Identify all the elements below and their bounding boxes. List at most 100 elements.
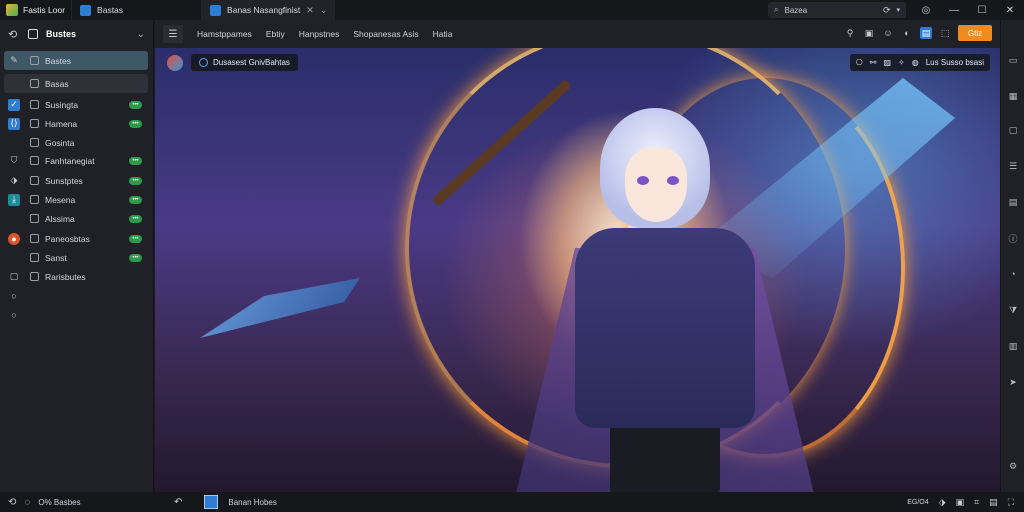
list-icon[interactable]: ☰	[1007, 160, 1019, 172]
sidebar-circle-1[interactable]: ○	[4, 286, 148, 305]
minimize-button[interactable]: —	[940, 0, 968, 20]
sync-icon[interactable]: ⟳	[883, 5, 891, 16]
square-icon	[30, 138, 39, 147]
main-toolbar: ☰ Hamstppames Ebtiy Hanpstnes Shopanesas…	[155, 20, 1000, 48]
sidebar-item-label: Gosinta	[45, 137, 75, 148]
action-button[interactable]: Gtiz	[958, 25, 992, 41]
smile-icon[interactable]: ☺	[882, 27, 894, 39]
status-badge: •••	[129, 214, 142, 223]
chevron-down-icon[interactable]: ⌄	[320, 5, 328, 16]
sidebar-item-fanhtanegiat[interactable]: ⛉ Fanhtanegiat •••	[4, 151, 148, 170]
layers-icon[interactable]: ▤	[989, 497, 998, 508]
menu-icon[interactable]: ☰	[163, 25, 183, 43]
tab-image[interactable]: Banas Nasangfinist ✕ ⌄	[201, 0, 336, 20]
sidebar-title: Bustes	[46, 29, 77, 39]
undo-icon[interactable]: ↶	[174, 497, 182, 508]
tab-bastas[interactable]: Bastas	[71, 0, 131, 20]
image-edit-icon[interactable]: ▣	[863, 27, 875, 39]
panel-icon[interactable]: ▭	[1007, 54, 1019, 66]
sidebar-item-label: Sunstptes	[45, 175, 83, 186]
search-box[interactable]: ⌕ Bazea ⟳ ▾	[768, 2, 906, 18]
camera-icon[interactable]: ⎔	[856, 58, 863, 67]
network-icon[interactable]: ◎	[912, 0, 940, 20]
circle-icon[interactable]: ◍	[912, 58, 919, 67]
sidebar-circle-2[interactable]: ○	[4, 305, 148, 324]
layout-icon[interactable]: ▥	[1007, 340, 1019, 352]
sidebar-item-hamena[interactable]: ⟨⟩ Hamena •••	[4, 114, 148, 133]
right-rail: ▭ ▦ ▢ ☰ ▤ ⓘ ◔ ⧩ ▥ ➤ ⚙	[1000, 20, 1024, 492]
layers-icon[interactable]: ▤	[920, 27, 932, 39]
image-icon	[210, 4, 222, 16]
fullscreen-icon[interactable]: ⛶	[1008, 497, 1014, 508]
menu-item[interactable]: Hanpstnes	[299, 29, 340, 39]
circle-icon: ○	[11, 290, 17, 301]
info-icon[interactable]: ⓘ	[1007, 232, 1019, 244]
window-icon[interactable]: ▤	[1007, 196, 1019, 208]
menu-item[interactable]: Hatia	[433, 29, 453, 39]
frame-icon[interactable]: ▢	[1007, 124, 1019, 136]
chevron-icon[interactable]: ▾	[896, 6, 900, 14]
sidebar-item-label: Paneosbtas	[45, 233, 90, 244]
sidebar-item-alssima[interactable]: Alssima •••	[4, 209, 148, 228]
status-badge: •••	[129, 253, 142, 262]
check-icon: ✓	[8, 98, 20, 111]
tab-label: Bastas	[97, 5, 124, 15]
menu-item[interactable]: Ebtiy	[266, 29, 285, 39]
status-mid: ↶ Banan Hobes	[174, 492, 277, 512]
sidebar-item-paneosbtas[interactable]: ● Paneosbtas •••	[4, 229, 148, 248]
close-button[interactable]: ✕	[996, 0, 1024, 20]
canvas-chip[interactable]: Dusasest GnivBahtas	[191, 54, 298, 71]
square-icon	[30, 119, 39, 128]
settings-icon[interactable]: ⚙	[1007, 460, 1019, 472]
image-canvas[interactable]: Dusasest GnivBahtas ⎔ ⚯ ▨ ✧ ◍ Lus Susso …	[155, 48, 1000, 492]
link-icon[interactable]: ⚯	[870, 58, 877, 67]
character-face	[625, 148, 687, 222]
collapse-icon[interactable]: ⌄	[137, 29, 145, 40]
menu-item[interactable]: Shopanesas Asis	[353, 29, 418, 39]
status-badge: •••	[129, 156, 142, 165]
square-icon	[30, 156, 39, 165]
shield-icon: ⛉	[10, 155, 18, 165]
sidebar-item-mesena[interactable]: ⤓ Mesena •••	[4, 190, 148, 209]
back-icon[interactable]: ⟲	[8, 28, 20, 41]
sidebar-item-sunstptes[interactable]: ⬗ Sunstptes •••	[4, 171, 148, 190]
sparkle-icon[interactable]: ✧	[898, 58, 905, 67]
app-title: Fastis Loor	[0, 0, 71, 20]
sidebar-item-label: Bastes	[45, 55, 71, 66]
canvas-tools: ⎔ ⚯ ▨ ✧ ◍ Lus Susso bsasi	[849, 54, 990, 71]
filter-icon[interactable]: ⧩	[1007, 304, 1019, 316]
sidebar-item-susingta[interactable]: ✓ Susingta •••	[4, 95, 148, 114]
sidebar-header: ⟲ Bustes ⌄	[0, 20, 153, 48]
tag-icon: ⬗	[10, 175, 18, 185]
square-icon	[30, 176, 39, 185]
image-icon[interactable]: ▣	[956, 497, 965, 508]
sidebar-item-basas[interactable]: Basas	[4, 74, 148, 93]
share-icon[interactable]: ⬚	[939, 27, 951, 39]
menu-item[interactable]: Hamstppames	[197, 29, 252, 39]
avatar[interactable]	[167, 55, 183, 71]
square-icon	[30, 234, 39, 243]
sync-icon[interactable]: ⟲	[8, 497, 16, 508]
crop-icon[interactable]: ⌗	[974, 497, 979, 508]
status-left-label: O% Basbes	[38, 497, 81, 507]
maximize-button[interactable]: ☐	[968, 0, 996, 20]
pin-icon[interactable]: ⚲	[844, 27, 856, 39]
record-icon: ●	[8, 232, 20, 245]
grid-icon[interactable]: ▦	[1007, 90, 1019, 102]
app-name: Fastis Loor	[23, 5, 66, 15]
sidebar-item-rarisbutes[interactable]: ▢ Rarisbutes	[4, 267, 148, 286]
adjust-icon[interactable]: ◐	[901, 27, 913, 39]
sidebar-item-label: Alssima	[45, 213, 75, 224]
download-icon: ⤓	[8, 193, 20, 206]
sidebar-item-bastes[interactable]: ✎ Bastes	[4, 51, 148, 70]
send-icon[interactable]: ➤	[1007, 376, 1019, 388]
sidebar-item-gosinta[interactable]: Gosinta	[4, 133, 148, 152]
sidebar-item-sanst[interactable]: Sanst •••	[4, 248, 148, 267]
status-badge: •••	[129, 176, 142, 185]
thumbnail-icon[interactable]	[204, 495, 219, 509]
help-icon[interactable]: ◔	[1007, 268, 1019, 280]
close-tab-icon[interactable]: ✕	[306, 5, 314, 16]
image-icon[interactable]: ▨	[883, 58, 891, 67]
tag-icon[interactable]: ⬗	[939, 497, 946, 508]
chat-icon[interactable]: ◌	[24, 497, 30, 508]
